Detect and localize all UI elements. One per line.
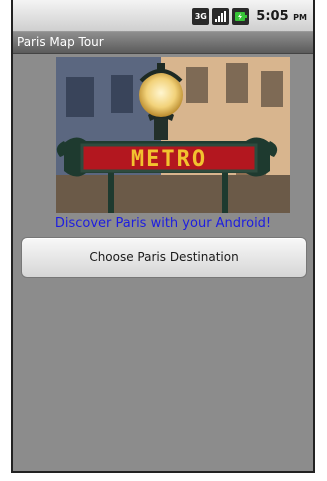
- status-bar: 3G 5:05 PM: [13, 0, 313, 32]
- status-icons: 3G 5:05 PM: [192, 6, 307, 26]
- clock-time: 5:05: [256, 8, 289, 24]
- app-title-bar: Paris Map Tour: [13, 32, 313, 54]
- choose-destination-button[interactable]: Choose Paris Destination: [21, 237, 307, 278]
- clock-ampm: PM: [293, 12, 307, 22]
- app-title: Paris Map Tour: [17, 35, 104, 49]
- status-clock: 5:05 PM: [256, 9, 307, 24]
- battery-charging-icon: [232, 7, 250, 25]
- metro-sign-text: METRO: [131, 147, 207, 172]
- signal-strength-icon: [212, 7, 230, 25]
- metro-sign-photo: METRO: [56, 57, 290, 213]
- phone-screen: 3G 5:05 PM Paris Map Tour METRO Discover…: [11, 0, 315, 473]
- subtitle-text: Discover Paris with your Android!: [54, 216, 272, 231]
- network-3g-icon: 3G: [192, 7, 210, 25]
